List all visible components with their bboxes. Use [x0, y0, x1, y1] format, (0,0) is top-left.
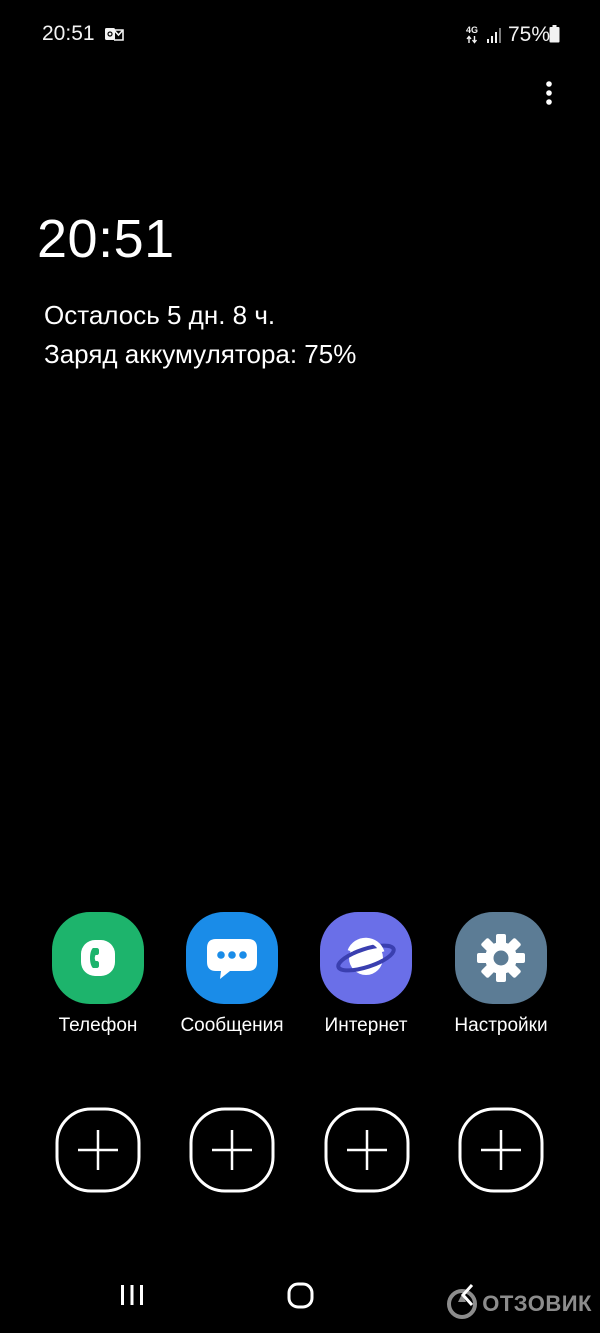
battery-info: Осталось 5 дн. 8 ч. Заряд аккумулятора: …	[44, 296, 356, 374]
app-internet[interactable]: Интернет	[296, 912, 436, 1037]
battery-charge-text: Заряд аккумулятора: 75%	[44, 339, 357, 369]
status-time: 20:51	[42, 22, 95, 45]
messages-icon[interactable]	[186, 912, 278, 1004]
battery-icon	[549, 25, 560, 43]
plus-icon[interactable]	[458, 1107, 544, 1193]
app-label: Настройки	[454, 1015, 548, 1036]
home-icon[interactable]	[286, 1280, 316, 1310]
app-messages[interactable]: Сообщения	[162, 912, 302, 1037]
app-phone[interactable]: Телефон	[28, 912, 168, 1037]
more-vertical-icon[interactable]	[534, 80, 564, 108]
app-label: Сообщения	[180, 1015, 284, 1036]
network-type: 4G	[465, 25, 478, 35]
plus-icon[interactable]	[189, 1107, 275, 1193]
status-indicators: 4G 75%	[466, 22, 550, 48]
network-indicator: 4G	[466, 26, 478, 44]
outlook-mail-icon	[105, 28, 124, 41]
app-settings[interactable]: Настройки	[431, 912, 571, 1037]
plus-icon[interactable]	[324, 1107, 410, 1193]
gear-icon[interactable]	[455, 912, 547, 1004]
phone-icon[interactable]	[52, 912, 144, 1004]
battery-percent: 75%	[507, 23, 550, 46]
internet-planet-icon[interactable]	[320, 912, 412, 1004]
signal-bars-icon	[486, 27, 501, 43]
watermark-text: ОТЗОВИК	[482, 1291, 592, 1316]
watermark-logo-icon	[447, 1289, 478, 1319]
recents-icon[interactable]	[118, 1280, 146, 1310]
lockscreen-clock: 20:51	[37, 209, 175, 269]
plus-icon[interactable]	[55, 1107, 141, 1193]
app-label: Телефон	[58, 1015, 138, 1036]
watermark: ОТЗОВИК	[446, 1288, 592, 1320]
battery-remaining-text: Осталось 5 дн. 8 ч.	[44, 300, 276, 330]
data-arrows-icon	[466, 35, 477, 44]
status-bar: 20:51 4G 75%	[0, 0, 600, 70]
app-label: Интернет	[324, 1015, 408, 1036]
